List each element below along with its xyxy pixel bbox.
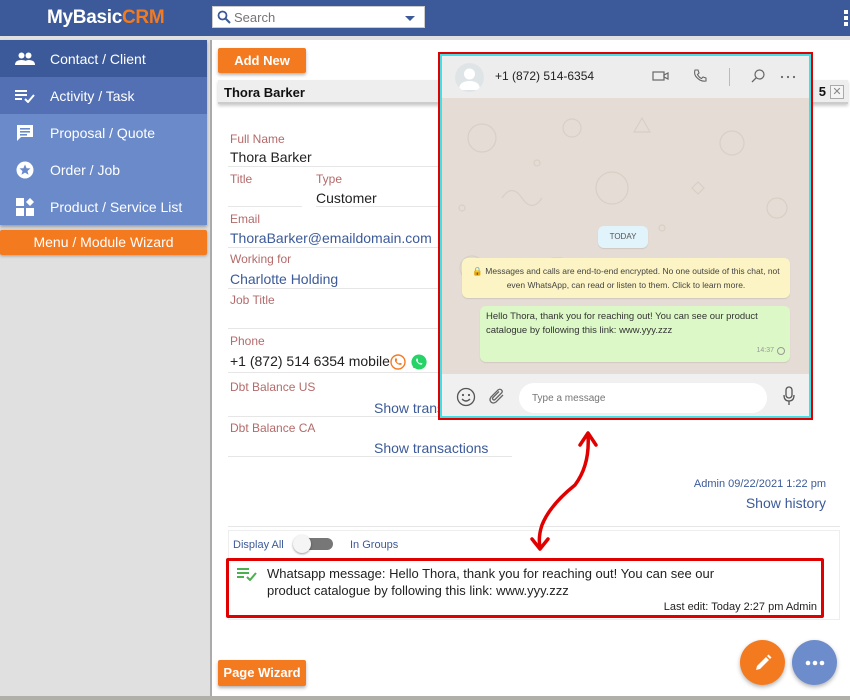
microphone-icon[interactable] (782, 386, 796, 406)
search-dropdown-caret-icon[interactable] (405, 16, 415, 21)
job-title-label: Job Title (230, 293, 275, 307)
star-circle-icon (0, 161, 50, 179)
edit-fab-button[interactable] (740, 640, 785, 685)
widgets-icon (0, 197, 50, 216)
message-text: Hello Thora, thank you for reaching out!… (486, 311, 758, 336)
page-wizard-button[interactable]: Page Wizard (218, 660, 306, 686)
outgoing-message-bubble: Hello Thora, thank you for reaching out!… (480, 306, 790, 362)
chat-contact-name[interactable]: +1 (872) 514-6354 (495, 69, 594, 83)
encryption-notice[interactable]: 🔒 Messages and calls are end-to-end encr… (462, 258, 790, 298)
avatar[interactable] (455, 63, 484, 92)
whatsapp-composer (442, 374, 809, 416)
dbt-balance-us-label: Dbt Balance US (230, 380, 316, 394)
meta-date: 09/22/2021 1:22 pm (728, 478, 826, 490)
pending-clock-icon (777, 347, 785, 355)
logo-text: MyBasic (47, 7, 122, 28)
group-toggle[interactable] (293, 535, 335, 553)
phone-call-icon[interactable] (390, 354, 406, 370)
close-icon[interactable]: ✕ (830, 85, 844, 99)
more-fab-button[interactable] (792, 640, 837, 685)
search-icon (217, 10, 231, 24)
full-name-label: Full Name (230, 132, 285, 146)
divider (228, 247, 442, 248)
working-for-label: Working for (230, 252, 292, 266)
whatsapp-header: +1 (872) 514-6354 (442, 56, 809, 98)
sidebar-item-label: Proposal / Quote (50, 124, 156, 141)
dbt-balance-ca-label: Dbt Balance CA (230, 421, 316, 435)
attach-paperclip-icon[interactable] (488, 387, 506, 405)
sidebar-item-activity-task[interactable]: Activity / Task (0, 77, 207, 114)
divider (228, 456, 512, 457)
record-title: Thora Barker (224, 85, 305, 100)
full-name-value: Thora Barker (230, 149, 312, 165)
app-logo[interactable]: MyBasicCRM (47, 7, 165, 29)
bottom-strip (0, 696, 850, 700)
whatsapp-chat-window: +1 (872) 514-6354 TODAY 🔒 Messages and c… (438, 52, 813, 420)
sidebar-nav: Contact / Client Activity / Task Proposa… (0, 40, 207, 225)
whatsapp-frame: +1 (872) 514-6354 TODAY 🔒 Messages and c… (440, 54, 811, 418)
divider (228, 166, 442, 167)
message-input[interactable] (519, 383, 767, 413)
sidebar-item-label: Contact / Client (50, 50, 146, 67)
sidebar-item-label: Product / Service List (50, 198, 183, 215)
more-vertical-icon[interactable] (844, 10, 848, 28)
video-call-icon[interactable] (652, 68, 670, 84)
divider (228, 206, 302, 207)
more-horizontal-icon (805, 660, 824, 665)
divider (228, 328, 442, 329)
type-label: Type (316, 172, 343, 186)
people-icon (0, 52, 50, 66)
sidebar-item-product-service-list[interactable]: Product / Service List (0, 188, 207, 225)
activity-last-edit: Last edit: Today 2:27 pm Admin (663, 601, 817, 613)
dbt-ca-show-transactions-link[interactable]: Show transactions (374, 440, 488, 456)
type-value: Customer (316, 190, 377, 206)
emoji-icon[interactable] (456, 387, 476, 407)
divider (228, 288, 442, 289)
divider (228, 372, 442, 373)
arrow-curve (537, 433, 590, 549)
menu-module-wizard-button[interactable]: Menu / Module Wizard (0, 230, 207, 255)
annotation-double-arrow (530, 431, 598, 551)
activity-text: Whatsapp message: Hello Thora, thank you… (267, 566, 715, 598)
message-time: 14:37 (756, 347, 774, 354)
logo-accent: CRM (122, 7, 165, 28)
sidebar-item-contact-client[interactable]: Contact / Client (0, 40, 207, 77)
comment-icon (0, 124, 50, 142)
top-bar: MyBasicCRM (0, 0, 850, 36)
search-input[interactable] (234, 8, 394, 26)
sidebar-item-order-job[interactable]: Order / Job (0, 151, 207, 188)
working-for-link[interactable]: Charlotte Holding (230, 271, 338, 287)
task-check-icon (237, 568, 257, 581)
voice-call-icon[interactable] (692, 68, 708, 84)
title-label: Title (230, 172, 253, 186)
activity-item[interactable]: Whatsapp message: Hello Thora, thank you… (226, 558, 824, 618)
date-chip: TODAY (598, 226, 648, 248)
show-history-link[interactable]: Show history (746, 495, 826, 511)
search-icon[interactable] (750, 68, 766, 84)
in-groups-label[interactable]: In Groups (350, 539, 398, 551)
divider (316, 206, 442, 207)
meta-user: Admin (693, 478, 726, 490)
global-search[interactable] (212, 6, 425, 28)
menu-dots-icon[interactable] (780, 75, 796, 79)
phone-value: +1 (872) 514 6354 mobile (230, 353, 390, 369)
record-meta: Admin 09/22/2021 1:22 pm (694, 478, 826, 490)
sidebar: Contact / Client Activity / Task Proposa… (0, 40, 207, 255)
phone-label: Phone (230, 334, 265, 348)
pencil-icon (755, 654, 771, 670)
email-link[interactable]: ThoraBarker@emaildomain.com (230, 230, 432, 246)
toggle-knob (293, 535, 311, 553)
email-label: Email (230, 212, 261, 226)
display-all-label[interactable]: Display All (233, 539, 284, 551)
whatsapp-icon[interactable] (411, 354, 427, 370)
sidebar-item-proposal-quote[interactable]: Proposal / Quote (0, 114, 207, 151)
sidebar-item-label: Activity / Task (50, 87, 135, 104)
add-new-button[interactable]: Add New (218, 48, 306, 73)
header-separator (729, 68, 730, 86)
whatsapp-chat-body: TODAY 🔒 Messages and calls are end-to-en… (442, 98, 809, 374)
sidebar-item-label: Order / Job (50, 161, 121, 178)
list-check-icon (0, 89, 50, 103)
record-number: 5 (818, 84, 826, 99)
